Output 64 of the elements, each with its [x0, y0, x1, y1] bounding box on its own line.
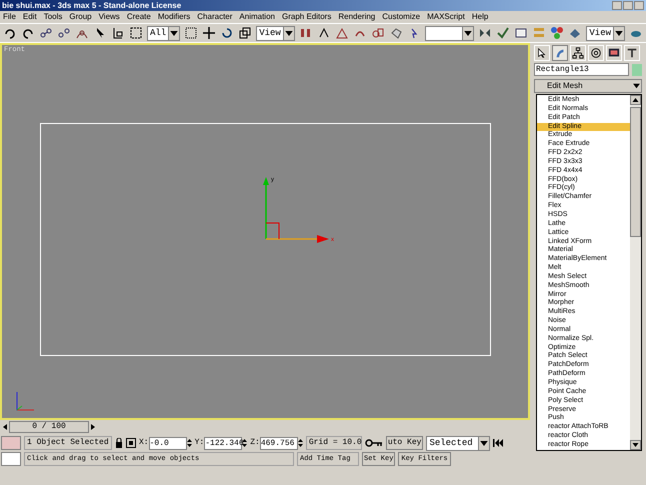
menu-item[interactable]: Modifiers: [158, 13, 190, 21]
menu-item[interactable]: Tools: [44, 13, 62, 21]
move-icon[interactable]: [202, 26, 216, 40]
reference-coordinate-dropdown[interactable]: View: [256, 26, 295, 40]
lock-icon[interactable]: [115, 438, 123, 448]
mirror-icon[interactable]: [478, 26, 492, 40]
select-by-name-icon[interactable]: [111, 26, 125, 40]
modifier-list-dropdown[interactable]: Edit Mesh: [534, 79, 642, 93]
menu-item[interactable]: File: [3, 13, 16, 21]
rectangle-selection-icon[interactable]: [129, 26, 143, 40]
render-type-dropdown[interactable]: View: [586, 26, 625, 40]
link-icon[interactable]: [39, 26, 53, 40]
menu-item[interactable]: Create: [126, 13, 151, 21]
menu-item[interactable]: Animation: [239, 13, 275, 21]
selection-status: 1 Object Selected: [24, 436, 112, 450]
menu-item[interactable]: Rendering: [338, 13, 376, 21]
named-selection-dropdown[interactable]: [424, 26, 474, 40]
menu-item[interactable]: MAXScript: [427, 13, 465, 21]
coordinate-label: Y:: [194, 439, 204, 447]
frame-counter: 0 / 100: [9, 421, 89, 433]
close-button[interactable]: [634, 1, 644, 10]
scroll-thumb[interactable]: [630, 107, 641, 238]
unlink-icon[interactable]: [57, 26, 71, 40]
menu-item[interactable]: Edit: [22, 13, 37, 21]
coordinate-field[interactable]: -0.0: [148, 436, 187, 450]
key-icon[interactable]: [364, 438, 383, 448]
auto-key-button[interactable]: uto Key: [386, 436, 424, 450]
menu-item[interactable]: Help: [472, 13, 488, 21]
key-mode-dropdown[interactable]: Selected: [426, 436, 490, 450]
time-slider-thumb[interactable]: 0 / 100: [1, 421, 97, 433]
left-arrow-icon: [1, 421, 9, 433]
rotate-icon[interactable]: [220, 26, 234, 40]
menu-item[interactable]: Customize: [382, 13, 420, 21]
caret-icon: [613, 26, 624, 40]
menu-item[interactable]: Graph Editors: [282, 13, 332, 21]
menu-item[interactable]: Character: [197, 13, 232, 21]
align-icon[interactable]: [496, 26, 510, 40]
grid-size: Grid = 10.0: [306, 436, 362, 450]
minimize-button[interactable]: [612, 1, 622, 10]
absolute-mode-icon[interactable]: [126, 438, 136, 448]
coordinate-label: Z:: [250, 439, 260, 447]
selection-filter-dropdown[interactable]: All: [147, 26, 180, 40]
menu-item[interactable]: Group: [69, 13, 92, 21]
caret-icon: [168, 26, 180, 40]
coordinate-field[interactable]: 469.756: [260, 436, 298, 450]
coordinate-field[interactable]: -122.346: [204, 436, 242, 450]
menu-item[interactable]: Views: [98, 13, 120, 21]
scale-icon[interactable]: [238, 26, 252, 40]
window-title: bie shui.max - 3ds max 5 - Stand-alone License: [2, 2, 182, 10]
caret-icon: [282, 26, 294, 40]
color-swatch[interactable]: [1, 436, 21, 450]
maximize-button[interactable]: [623, 1, 633, 10]
caret-icon: [462, 26, 474, 40]
right-arrow-icon: [89, 421, 97, 433]
color-swatch-empty[interactable]: [1, 452, 21, 466]
object-name-field[interactable]: Rectangle13: [534, 63, 629, 76]
object-color-swatch[interactable]: [632, 64, 642, 76]
material-editor-icon[interactable]: [550, 26, 564, 40]
scrollbar[interactable]: [630, 95, 641, 450]
caret-icon: [478, 436, 490, 450]
go-to-start-icon[interactable]: [493, 439, 504, 447]
coordinate-label: X:: [139, 439, 149, 447]
modifier-list-value: Edit Mesh: [546, 82, 584, 90]
window-crossing-icon[interactable]: [184, 26, 198, 40]
